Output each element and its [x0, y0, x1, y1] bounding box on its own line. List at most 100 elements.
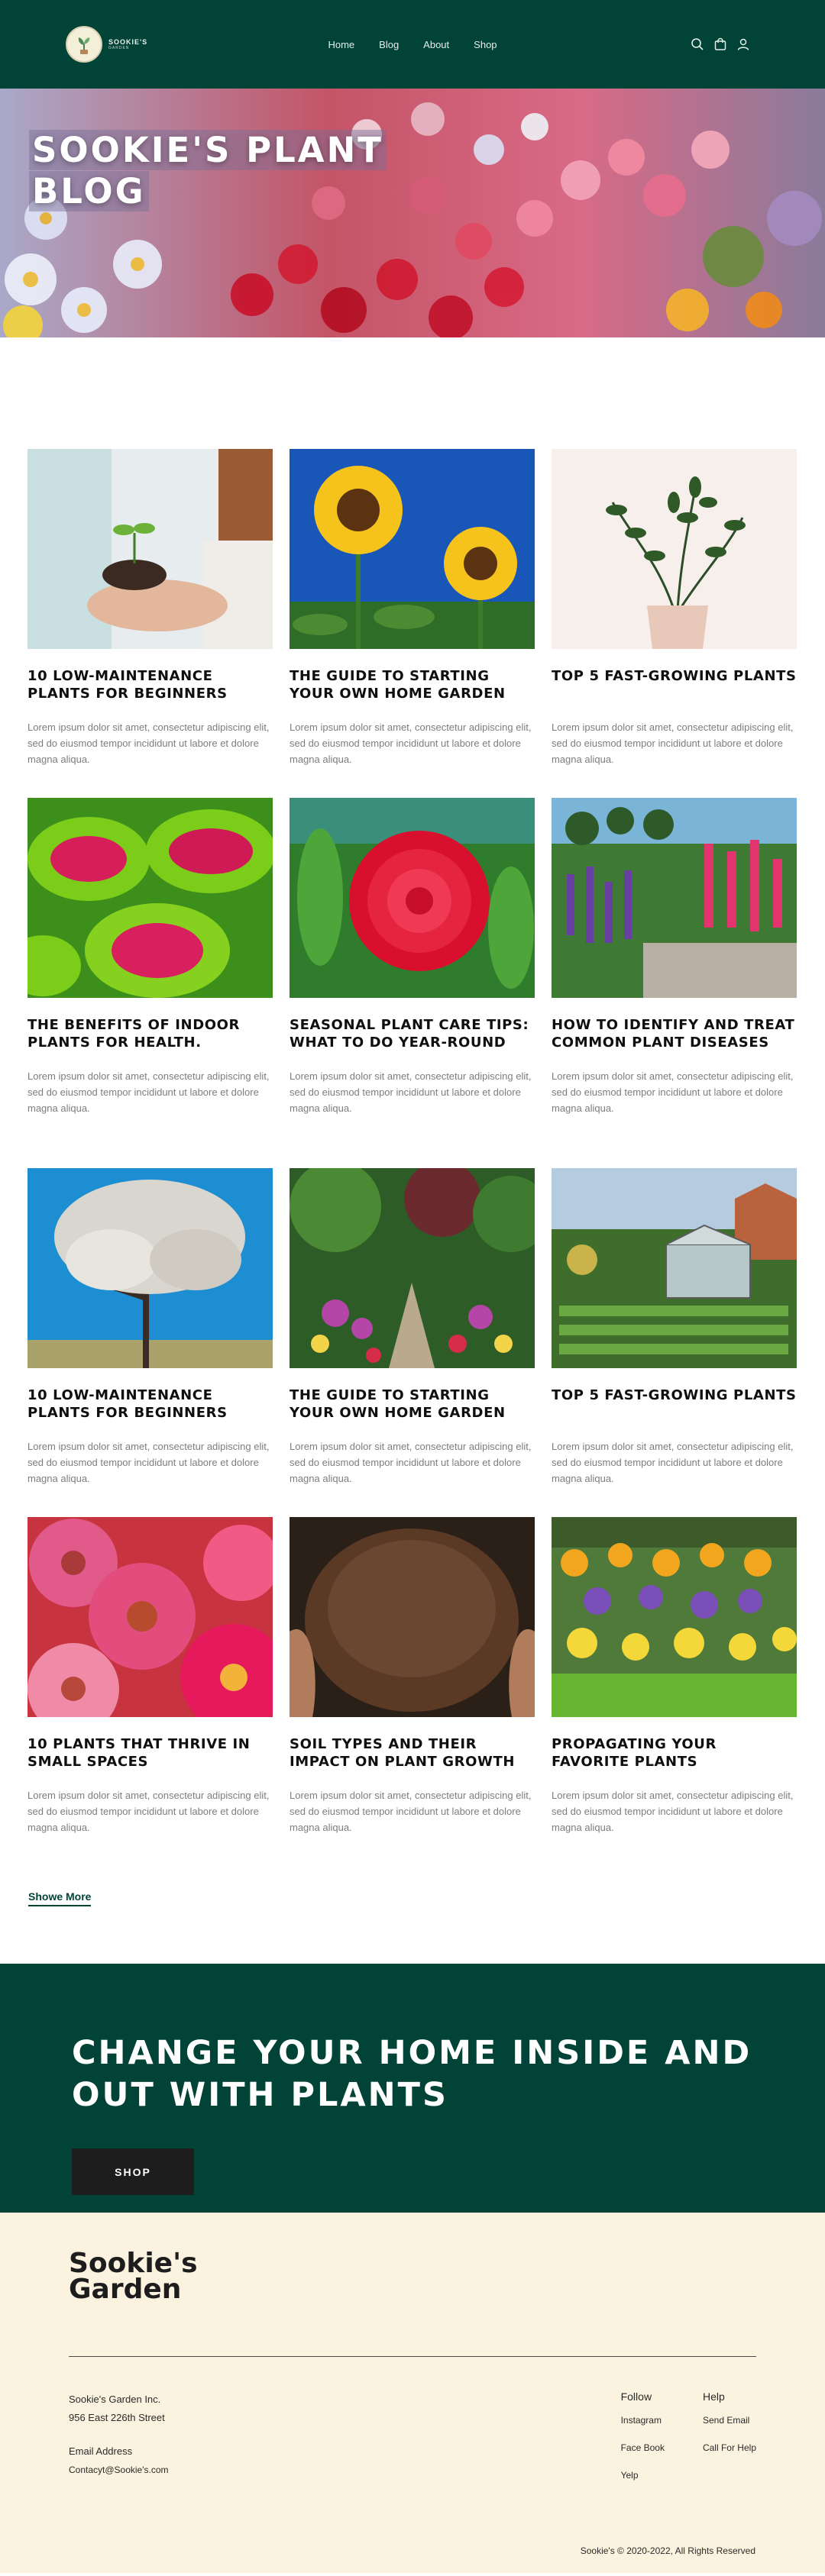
- blog-card-title[interactable]: SEASONAL PLANT CARE TIPS: WHAT TO DO YEA…: [290, 1016, 535, 1051]
- blog-row: THE BENEFITS OF INDOOR PLANTS FOR HEALTH…: [28, 798, 798, 1116]
- footer-brand-line2: Garden: [69, 2274, 182, 2305]
- facebook-link[interactable]: Face Book: [621, 2441, 665, 2455]
- blog-card-excerpt: Lorem ipsum dolor sit amet, consectetur …: [290, 721, 532, 765]
- blog-card-title[interactable]: 10 PLANTS THAT THRIVE IN SMALL SPACES: [28, 1735, 273, 1771]
- blog-card-excerpt: Lorem ipsum dolor sit amet, consectetur …: [28, 1790, 270, 1833]
- logo[interactable]: SOOKIE'S GARDEN: [66, 26, 147, 63]
- blog-card-excerpt: Lorem ipsum dolor sit amet, consectetur …: [290, 1790, 532, 1833]
- blossom-tree-image: [28, 1168, 273, 1368]
- blog-card[interactable]: TOP 5 FAST-GROWING PLANTS Lorem ipsum do…: [552, 449, 797, 767]
- cta-title-line1: CHANGE YOUR HOME INSIDE AND: [72, 2034, 752, 2072]
- greenhouse-garden-image: [552, 1168, 797, 1368]
- email-label: Email Address: [69, 2445, 133, 2457]
- blog-grid: 10 LOW-MAINTENANCE PLANTS FOR BEGINNERS …: [0, 449, 825, 1835]
- hero-title-line2: BLOG: [29, 171, 149, 211]
- blog-card[interactable]: PROPAGATING YOUR FAVORITE PLANTS Lorem i…: [552, 1517, 797, 1835]
- cta-title-line2: OUT WITH PLANTS: [72, 2076, 448, 2114]
- blog-card-title[interactable]: HOW TO IDENTIFY AND TREAT COMMON PLANT D…: [552, 1016, 797, 1051]
- cart-icon[interactable]: [713, 37, 727, 51]
- blog-card[interactable]: SOIL TYPES AND THEIR IMPACT ON PLANT GRO…: [290, 1517, 535, 1835]
- blog-card-title[interactable]: TOP 5 FAST-GROWING PLANTS: [552, 1386, 797, 1422]
- footer-contact: Sookie's Garden Inc. 956 East 226th Stre…: [69, 2390, 169, 2496]
- blog-card-excerpt: Lorem ipsum dolor sit amet, consectetur …: [552, 1790, 794, 1833]
- user-icon[interactable]: [736, 37, 750, 51]
- home-garden-image: [290, 1168, 535, 1368]
- nav-icons: [691, 37, 750, 51]
- blog-card-title[interactable]: THE GUIDE TO STARTING YOUR OWN HOME GARD…: [290, 667, 535, 702]
- help-column: Help Send Email Call For Help: [703, 2390, 756, 2496]
- blog-card-title[interactable]: THE GUIDE TO STARTING YOUR OWN HOME GARD…: [290, 1386, 535, 1422]
- blog-row: 10 PLANTS THAT THRIVE IN SMALL SPACES Lo…: [28, 1517, 798, 1835]
- blog-row: 10 LOW-MAINTENANCE PLANTS FOR BEGINNERS …: [28, 1168, 798, 1487]
- blog-card[interactable]: SEASONAL PLANT CARE TIPS: WHAT TO DO YEA…: [290, 798, 535, 1116]
- company-address: 956 East 226th Street: [69, 2412, 165, 2423]
- help-heading: Help: [702, 2390, 725, 2403]
- potted-plant-image: [552, 449, 797, 649]
- hero-title: SOOKIE'S PLANT BLOG: [29, 130, 387, 212]
- blog-card-excerpt: Lorem ipsum dolor sit amet, consectetur …: [290, 1441, 532, 1484]
- blog-card-excerpt: Lorem ipsum dolor sit amet, consectetur …: [28, 1070, 270, 1114]
- blog-card-excerpt: Lorem ipsum dolor sit amet, consectetur …: [552, 1441, 794, 1484]
- cta-title: CHANGE YOUR HOME INSIDE AND OUT WITH PLAN…: [72, 2032, 753, 2116]
- blog-card-title[interactable]: THE BENEFITS OF INDOOR PLANTS FOR HEALTH…: [28, 1016, 273, 1051]
- zinnia-flowers-image: [28, 1517, 273, 1717]
- red-dahlia-image: [290, 798, 535, 998]
- show-more-wrapper: Showe More: [0, 1890, 825, 1964]
- yelp-link[interactable]: Yelp: [621, 2468, 665, 2482]
- shop-button[interactable]: SHOP: [72, 2148, 194, 2195]
- blog-card[interactable]: HOW TO IDENTIFY AND TREAT COMMON PLANT D…: [552, 798, 797, 1116]
- blog-card-title[interactable]: 10 LOW-MAINTENANCE PLANTS FOR BEGINNERS: [28, 1386, 273, 1422]
- blog-card[interactable]: 10 LOW-MAINTENANCE PLANTS FOR BEGINNERS …: [28, 1168, 273, 1487]
- nav-link-blog[interactable]: Blog: [379, 39, 399, 50]
- top-navbar: SOOKIE'S GARDEN Home Blog About Shop: [0, 0, 825, 89]
- flower-bed-image: [552, 1517, 797, 1717]
- footer: Sookie's Garden Sookie's Garden Inc. 956 …: [0, 2213, 825, 2573]
- instagram-link[interactable]: Instagram: [621, 2413, 665, 2427]
- main-nav: Home Blog About Shop: [328, 39, 497, 50]
- soil-in-hands-image: [290, 1517, 535, 1717]
- logo-subtext: GARDEN: [108, 46, 130, 51]
- follow-heading: Follow: [620, 2390, 652, 2403]
- nav-link-shop[interactable]: Shop: [474, 39, 497, 50]
- blog-card-title[interactable]: SOIL TYPES AND THEIR IMPACT ON PLANT GRO…: [290, 1735, 535, 1771]
- call-for-help-link[interactable]: Call For Help: [703, 2441, 756, 2455]
- email-address[interactable]: Contacyt@Sookie's.com: [69, 2461, 169, 2479]
- blog-card-excerpt: Lorem ipsum dolor sit amet, consectetur …: [28, 1441, 270, 1484]
- nav-link-home[interactable]: Home: [328, 39, 354, 50]
- blog-card-title[interactable]: TOP 5 FAST-GROWING PLANTS: [552, 667, 797, 702]
- show-more-link[interactable]: Showe More: [28, 1890, 92, 1906]
- blog-card-excerpt: Lorem ipsum dolor sit amet, consectetur …: [290, 1070, 532, 1114]
- logo-plant-icon: [66, 26, 102, 63]
- footer-divider: [69, 2356, 756, 2357]
- sunflowers-image: [290, 449, 535, 649]
- blog-card[interactable]: 10 LOW-MAINTENANCE PLANTS FOR BEGINNERS …: [28, 449, 273, 767]
- hero-banner: SOOKIE'S PLANT BLOG: [0, 89, 825, 337]
- coleus-leaves-image: [28, 798, 273, 998]
- blog-card-title[interactable]: 10 LOW-MAINTENANCE PLANTS FOR BEGINNERS: [28, 667, 273, 702]
- send-email-link[interactable]: Send Email: [703, 2413, 756, 2427]
- company-name: Sookie's Garden Inc.: [69, 2394, 161, 2405]
- blog-card[interactable]: 10 PLANTS THAT THRIVE IN SMALL SPACES Lo…: [28, 1517, 273, 1835]
- cta-banner: CHANGE YOUR HOME INSIDE AND OUT WITH PLAN…: [0, 1964, 825, 2213]
- blog-card[interactable]: TOP 5 FAST-GROWING PLANTS Lorem ipsum do…: [552, 1168, 797, 1487]
- footer-columns: Sookie's Garden Inc. 956 East 226th Stre…: [69, 2390, 756, 2496]
- blog-row: 10 LOW-MAINTENANCE PLANTS FOR BEGINNERS …: [28, 449, 798, 767]
- blog-card-excerpt: Lorem ipsum dolor sit amet, consectetur …: [552, 721, 794, 765]
- logo-text: SOOKIE'S GARDEN: [108, 37, 148, 51]
- seedling-in-hands-image: [28, 449, 273, 649]
- hero-flowers-image: [0, 89, 825, 337]
- hero-title-line1: SOOKIE'S PLANT: [29, 130, 387, 170]
- footer-links: Follow Instagram Face Book Yelp Help Sen…: [621, 2390, 756, 2496]
- nav-link-about[interactable]: About: [423, 39, 449, 50]
- follow-column: Follow Instagram Face Book Yelp: [621, 2390, 665, 2496]
- footer-brand: Sookie's Garden: [69, 2250, 756, 2305]
- copyright: Sookie's © 2020-2022, All Rights Reserve…: [580, 2545, 755, 2556]
- blog-card[interactable]: THE GUIDE TO STARTING YOUR OWN HOME GARD…: [290, 1168, 535, 1487]
- search-icon[interactable]: [691, 37, 704, 51]
- flower-field-image: [552, 798, 797, 998]
- blog-card-title[interactable]: PROPAGATING YOUR FAVORITE PLANTS: [552, 1735, 797, 1771]
- blog-card[interactable]: THE BENEFITS OF INDOOR PLANTS FOR HEALTH…: [28, 798, 273, 1116]
- blog-card[interactable]: THE GUIDE TO STARTING YOUR OWN HOME GARD…: [290, 449, 535, 767]
- blog-card-excerpt: Lorem ipsum dolor sit amet, consectetur …: [28, 721, 270, 765]
- blog-card-excerpt: Lorem ipsum dolor sit amet, consectetur …: [552, 1070, 794, 1114]
